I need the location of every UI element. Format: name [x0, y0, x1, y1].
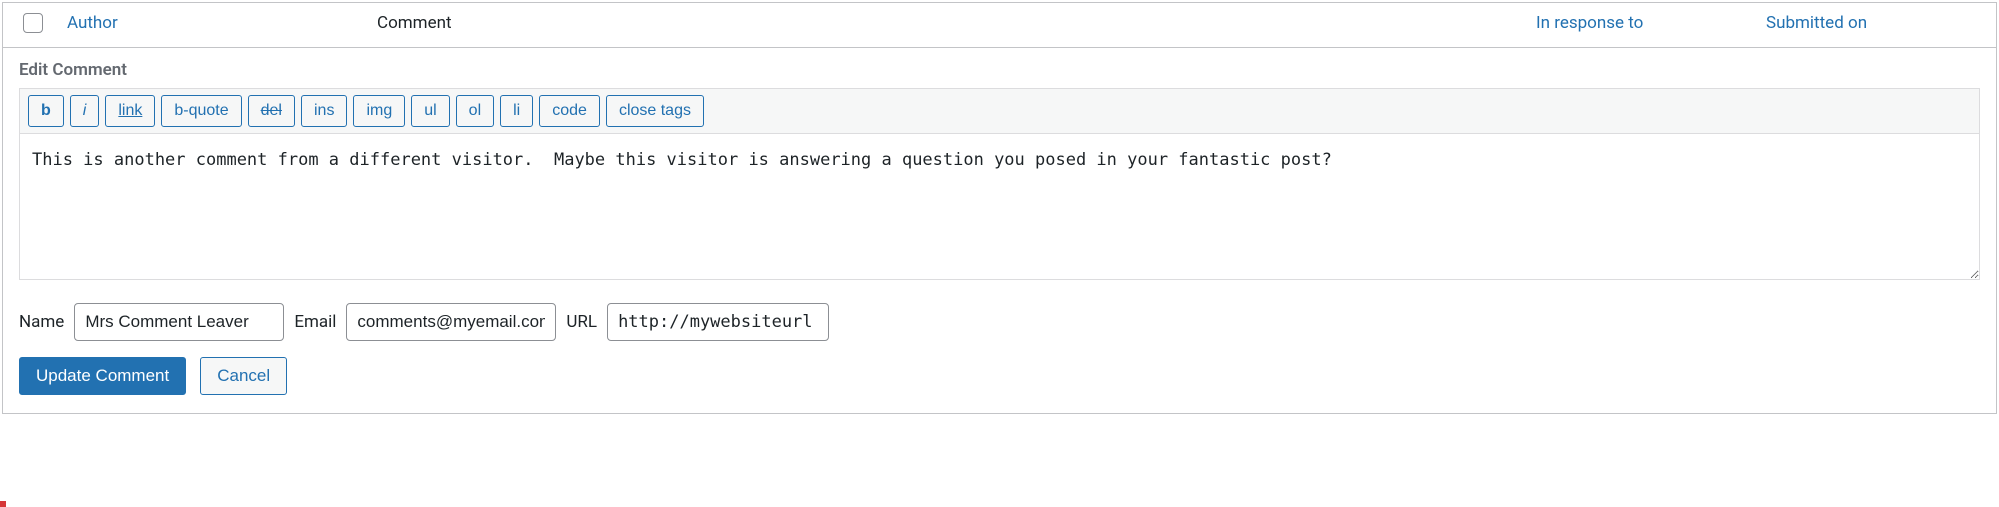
column-submitted-on[interactable]: Submitted on	[1766, 13, 1976, 33]
qt-code-button[interactable]: code	[539, 95, 600, 127]
author-fields-row: Name Email URL	[3, 285, 1996, 341]
cancel-button[interactable]: Cancel	[200, 357, 287, 395]
qt-i-button[interactable]: i	[70, 95, 100, 127]
name-input[interactable]	[74, 303, 284, 341]
quicktags-toolbar: bilinkb-quotedelinsimgulollicodeclose ta…	[19, 88, 1980, 134]
edit-comment-label: Edit Comment	[3, 48, 1996, 88]
qt-ins-button[interactable]: ins	[301, 95, 347, 127]
column-author[interactable]: Author	[67, 13, 377, 33]
qt-ol-button[interactable]: ol	[456, 95, 494, 127]
update-comment-button[interactable]: Update Comment	[19, 357, 186, 395]
url-label: URL	[566, 312, 597, 332]
qt-del-button[interactable]: del	[248, 95, 295, 127]
column-header-row: Author Comment In response to Submitted …	[3, 3, 1996, 48]
select-all-wrap	[23, 13, 67, 33]
comment-content-textarea[interactable]	[19, 134, 1980, 280]
qt-link-button[interactable]: link	[105, 95, 155, 127]
qt-ul-button[interactable]: ul	[411, 95, 449, 127]
qt-li-button[interactable]: li	[500, 95, 533, 127]
email-input[interactable]	[346, 303, 556, 341]
column-in-response-to[interactable]: In response to	[1536, 13, 1766, 33]
decorative-accent	[0, 501, 6, 507]
qt-img-button[interactable]: img	[353, 95, 405, 127]
name-label: Name	[19, 312, 64, 332]
column-comment: Comment	[377, 13, 1536, 33]
qt-close-tags-button[interactable]: close tags	[606, 95, 704, 127]
email-label: Email	[294, 312, 336, 332]
qt-b-button[interactable]: b	[28, 95, 64, 127]
actions-row: Update Comment Cancel	[3, 341, 1996, 413]
url-input[interactable]	[607, 303, 829, 341]
qt-b-quote-button[interactable]: b-quote	[161, 95, 241, 127]
comment-edit-panel: Author Comment In response to Submitted …	[2, 2, 1997, 414]
select-all-checkbox[interactable]	[23, 13, 43, 33]
